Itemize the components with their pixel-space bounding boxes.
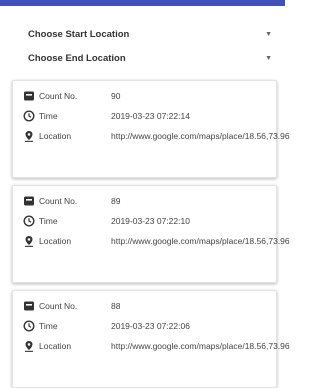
location-pin-icon	[25, 341, 33, 352]
clock-icon	[23, 215, 35, 227]
count-value: 90	[111, 91, 121, 101]
location-link[interactable]: http://www.google.com/maps/place/18.56,7…	[111, 341, 290, 352]
time-label: Time	[39, 216, 58, 226]
time-value: 2019-03-23 07:22:14	[111, 111, 190, 121]
location-pin-icon	[25, 131, 33, 142]
count-value: 88	[111, 301, 121, 311]
record-card[interactable]: Count No. 89 Time 2019-03-23 07:22:10 Lo…	[12, 185, 290, 283]
chevron-down-icon: ▼	[265, 54, 272, 62]
counter-icon	[24, 91, 34, 101]
location-label: Location	[39, 341, 72, 351]
time-value: 2019-03-23 07:22:10	[111, 216, 190, 226]
location-pin-icon	[25, 236, 33, 247]
location-label: Location	[39, 236, 72, 246]
location-link[interactable]: http://www.google.com/maps/place/18.56,7…	[111, 131, 290, 142]
count-label: Count No.	[39, 91, 78, 101]
counter-icon	[24, 301, 34, 311]
clock-icon	[23, 110, 35, 122]
location-label: Location	[39, 131, 72, 141]
chevron-down-icon: ▼	[265, 30, 272, 38]
time-label: Time	[39, 111, 58, 121]
record-card[interactable]: Count No. 88 Time 2019-03-23 07:22:06 Lo…	[12, 290, 290, 388]
start-location-label: Choose Start Location	[28, 28, 130, 40]
count-label: Count No.	[39, 301, 78, 311]
clock-icon	[23, 320, 35, 332]
end-location-dropdown[interactable]: Choose End Location ▼	[28, 48, 272, 68]
start-location-dropdown[interactable]: Choose Start Location ▼	[28, 24, 272, 44]
record-card[interactable]: Count No. 90 Time 2019-03-23 07:22:14 Lo…	[12, 80, 290, 178]
count-value: 89	[111, 196, 121, 206]
time-label: Time	[39, 321, 58, 331]
count-label: Count No.	[39, 196, 78, 206]
app-bar	[0, 0, 285, 6]
counter-icon	[24, 196, 34, 206]
time-value: 2019-03-23 07:22:06	[111, 321, 190, 331]
end-location-label: Choose End Location	[28, 52, 126, 64]
location-link[interactable]: http://www.google.com/maps/place/18.56,7…	[111, 236, 290, 247]
